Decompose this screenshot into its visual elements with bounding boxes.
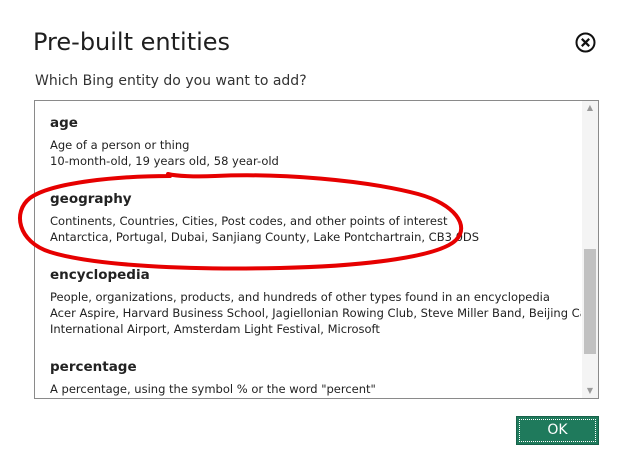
entity-examples-continued: International Airport, Amsterdam Light F… <box>50 322 380 336</box>
ok-button[interactable]: OK <box>516 416 599 445</box>
chevron-up-icon[interactable]: ▲ <box>582 101 598 115</box>
entity-item-encyclopedia[interactable]: encyclopedia People, organizations, prod… <box>50 267 581 337</box>
entity-description: Continents, Countries, Cities, Post code… <box>50 214 448 228</box>
entity-item-geography[interactable]: geography Continents, Countries, Cities,… <box>50 191 577 245</box>
chevron-down-icon[interactable]: ▼ <box>582 384 598 398</box>
entity-list[interactable]: age Age of a person or thing 10-month-ol… <box>34 100 599 399</box>
close-button[interactable] <box>575 32 596 53</box>
entity-description: Age of a person or thing <box>50 138 190 152</box>
entity-name: percentage <box>50 359 137 375</box>
entity-item-percentage[interactable]: percentage A percentage, using the symbo… <box>50 359 577 397</box>
entity-description: People, organizations, products, and hun… <box>50 290 550 304</box>
entity-name: encyclopedia <box>50 267 150 283</box>
entity-description: A percentage, using the symbol % or the … <box>50 382 376 396</box>
dialog-subtitle: Which Bing entity do you want to add? <box>35 73 307 89</box>
vertical-scrollbar[interactable]: ▲ ▼ <box>582 101 598 398</box>
entity-name: age <box>50 115 78 131</box>
entity-examples: 10-month-old, 19 years old, 58 year-old <box>50 154 279 168</box>
dialog-title: Pre-built entities <box>33 28 231 56</box>
close-icon <box>575 32 596 53</box>
entity-name: geography <box>50 191 132 207</box>
entity-examples: Acer Aspire, Harvard Business School, Ja… <box>50 306 581 320</box>
entity-list-content: age Age of a person or thing 10-month-ol… <box>35 101 581 398</box>
scrollbar-thumb[interactable] <box>584 249 596 354</box>
entity-item-age[interactable]: age Age of a person or thing 10-month-ol… <box>50 115 577 169</box>
entity-examples: Antarctica, Portugal, Dubai, Sanjiang Co… <box>50 230 480 244</box>
prebuilt-entities-dialog: Pre-built entities Which Bing entity do … <box>0 0 619 461</box>
